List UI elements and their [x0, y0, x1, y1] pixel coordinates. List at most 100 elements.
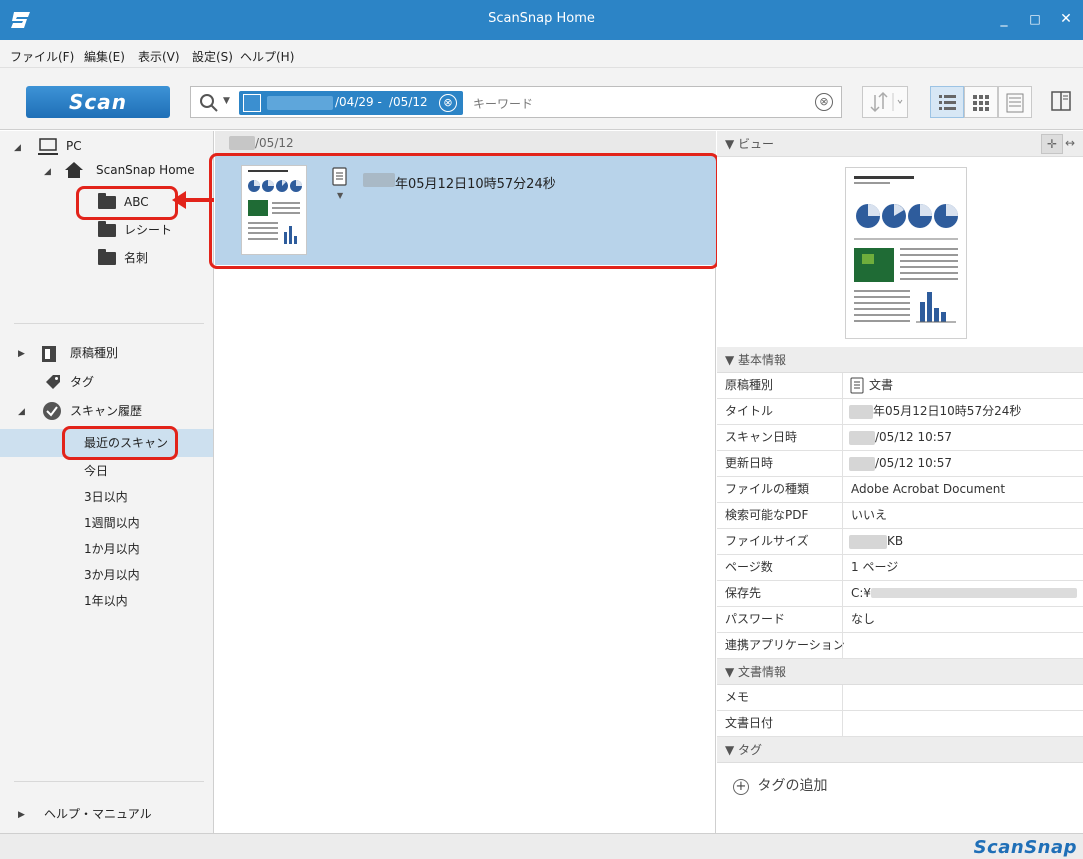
history-check-icon	[43, 402, 61, 420]
scan-button[interactable]: Scan	[26, 86, 170, 118]
date-range-chip[interactable]: /04/29 - /05/12 ⊗	[239, 91, 463, 115]
folder-icon	[98, 249, 116, 265]
search-icon[interactable]	[197, 91, 221, 115]
history-today[interactable]: 今日	[84, 460, 108, 482]
expand-icon[interactable]: ▶	[18, 810, 25, 820]
clear-search-icon[interactable]: ⊗	[815, 93, 833, 111]
prop-row: メモ	[717, 685, 1083, 711]
group-date: /05/12	[255, 136, 294, 150]
collapse-section-icon[interactable]: ▼	[725, 743, 738, 757]
toggle-pane-button[interactable]	[1046, 86, 1078, 118]
pointer-arrow	[172, 191, 214, 209]
history-1month[interactable]: 1か月以内	[84, 538, 140, 560]
menu-edit[interactable]: 編集(E)	[84, 48, 125, 65]
highlight-recent-scan	[62, 426, 178, 460]
document-list: /05/12 ▼ 年05月12日10時57分24秒	[209, 131, 719, 833]
detail-list-icon	[939, 95, 956, 110]
tree-scan-history[interactable]: スキャン履歴	[70, 400, 142, 422]
lines-icon	[1006, 93, 1024, 113]
tree-scansnap-home[interactable]: ScanSnap Home	[96, 159, 195, 181]
side-panel-icon	[1051, 91, 1071, 111]
add-tag-button[interactable]: + タグの追加	[733, 775, 827, 795]
window-title: ScanSnap Home	[488, 11, 595, 26]
menu-view[interactable]: 表示(V)	[138, 48, 180, 65]
history-1week[interactable]: 1週間以内	[84, 512, 140, 534]
tag-icon	[46, 375, 60, 389]
prop-row: 保存先 C:¥	[717, 581, 1083, 607]
redacted-year	[849, 431, 875, 445]
sort-icon	[870, 91, 903, 113]
document-info-header[interactable]: ▼ 文書情報	[717, 659, 1083, 685]
date-end: /05/12	[389, 95, 428, 109]
history-3months[interactable]: 3か月以内	[84, 564, 140, 586]
tree-pc[interactable]: PC	[66, 135, 82, 157]
fit-width-icon[interactable]: ↔	[1065, 134, 1083, 154]
computer-icon	[38, 138, 58, 155]
add-icon: +	[733, 779, 749, 795]
collapse-icon[interactable]: ◢	[14, 143, 21, 153]
collapse-icon[interactable]: ◢	[44, 167, 51, 177]
search-box[interactable]: ▼ /04/29 - /05/12 ⊗ キーワード ⊗	[190, 86, 842, 118]
prop-row: スキャン日時 /05/12 10:57	[717, 425, 1083, 451]
list-view-button[interactable]	[930, 86, 964, 118]
highlight-abc-folder	[76, 186, 178, 220]
thumbnail-view-button[interactable]	[964, 86, 998, 118]
redacted-path	[871, 588, 1077, 598]
navigation-pane: ◢ PC ◢ ScanSnap Home ABC レシート 名刺 ▶ 原稿種別 …	[0, 131, 214, 833]
details-pane: ▼ ビュー ✛ ↔ ▼ 基本情報 原稿種別 文書 タイトル 年05月12日10時…	[717, 131, 1083, 833]
date-start: /04/29 -	[335, 95, 382, 109]
keyword-input[interactable]: キーワード	[473, 95, 533, 112]
prop-row: タイトル 年05月12日10時57分24秒	[717, 399, 1083, 425]
view-section-header[interactable]: ▼ ビュー	[717, 131, 1083, 157]
view-mode-group	[930, 86, 1032, 118]
status-bar: ScanSnap	[0, 833, 1083, 859]
collapse-section-icon[interactable]: ▼	[725, 665, 738, 679]
history-3days[interactable]: 3日以内	[84, 486, 128, 508]
basic-info-header[interactable]: ▼ 基本情報	[717, 347, 1083, 373]
clear-date-icon[interactable]: ⊗	[439, 94, 457, 112]
calendar-icon[interactable]	[243, 94, 261, 112]
compact-view-button[interactable]	[998, 86, 1032, 118]
search-dropdown-icon[interactable]: ▼	[223, 96, 230, 106]
close-button[interactable]: ✕	[1056, 9, 1076, 29]
tree-help-manual[interactable]: ヘルプ・マニュアル	[44, 803, 152, 825]
scansnap-brand-logo: ScanSnap	[973, 837, 1077, 858]
date-group-header: /05/12	[215, 131, 716, 155]
collapse-section-icon[interactable]: ▼	[725, 137, 738, 151]
tree-folder-businesscard[interactable]: 名刺	[124, 247, 148, 269]
redacted-year	[849, 457, 875, 471]
maximize-button[interactable]: □	[1025, 9, 1045, 29]
menu-file[interactable]: ファイル(F)	[10, 48, 74, 65]
home-icon	[65, 162, 83, 178]
expand-icon[interactable]: ▶	[18, 349, 25, 359]
tree-folder-receipt[interactable]: レシート	[124, 219, 172, 241]
redacted-year	[267, 96, 333, 110]
prop-row: 検索可能なPDF いいえ	[717, 503, 1083, 529]
sort-button[interactable]	[862, 86, 908, 118]
collapse-section-icon[interactable]: ▼	[725, 353, 738, 367]
grid-icon	[973, 95, 989, 111]
tag-section-header[interactable]: ▼ タグ	[717, 737, 1083, 763]
minimize-button[interactable]: _	[994, 9, 1014, 29]
history-1year[interactable]: 1年以内	[84, 590, 128, 612]
divider	[14, 781, 204, 782]
prop-row: 文書日付	[717, 711, 1083, 737]
document-icon	[850, 377, 864, 394]
prop-row: 更新日時 /05/12 10:57	[717, 451, 1083, 477]
document-type-icon	[42, 346, 56, 362]
menu-settings[interactable]: 設定(S)	[192, 48, 233, 65]
folder-icon	[98, 221, 116, 237]
title-bar: ScanSnap Home _ □ ✕	[0, 0, 1083, 40]
divider	[14, 323, 204, 324]
move-icon[interactable]: ✛	[1041, 134, 1063, 154]
prop-row: パスワード なし	[717, 607, 1083, 633]
title-field[interactable]: 年05月12日10時57分24秒	[873, 399, 1021, 424]
prop-row: 連携アプリケーション	[717, 633, 1083, 659]
menu-help[interactable]: ヘルプ(H)	[240, 48, 294, 65]
tree-document-type[interactable]: 原稿種別	[70, 342, 118, 364]
highlight-document-item	[209, 153, 719, 269]
tree-tag[interactable]: タグ	[70, 371, 94, 393]
page-preview[interactable]	[845, 167, 967, 339]
collapse-icon[interactable]: ◢	[18, 407, 25, 417]
page-preview-image	[854, 176, 958, 323]
